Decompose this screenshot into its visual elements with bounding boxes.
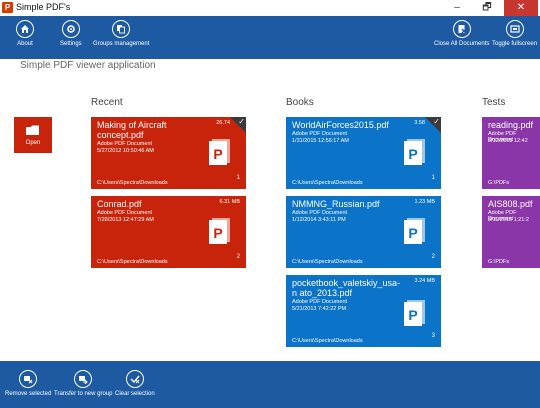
- minimize-button[interactable]: –: [444, 0, 470, 16]
- top-app-bar: About Settings Groups management Close A…: [0, 16, 540, 59]
- document-tile[interactable]: WorldAirForces2015.pdf Adobe PDF Documen…: [286, 117, 441, 189]
- svg-text:P: P: [408, 146, 417, 162]
- page-count: 1: [236, 175, 240, 181]
- page-count: 1: [431, 175, 435, 181]
- pdf-document-icon: P: [404, 218, 425, 244]
- pdf-document-icon: P: [404, 300, 425, 326]
- about-button[interactable]: About: [16, 20, 34, 47]
- document-tile[interactable]: pocketbook_valetskiy_usa-n ato_2013.pdf …: [286, 275, 441, 347]
- toggle-fullscreen-button[interactable]: Toggle fullscreen: [492, 20, 537, 47]
- document-tile[interactable]: NMMNG_Russian.pdf Adobe PDF Document 1/1…: [286, 196, 441, 268]
- document-tile[interactable]: Making of Aircraft concept.pdf Adobe PDF…: [91, 117, 246, 189]
- transfer-icon: [74, 370, 93, 388]
- document-size: 26.74: [216, 120, 230, 126]
- title-bar: P Simple PDF's – 🗗 ✕: [0, 0, 540, 17]
- document-path: C:\Users\Spectra\Downloads: [97, 180, 168, 186]
- window-title: Simple PDF's: [16, 2, 71, 12]
- group-title-tests: Tests: [482, 97, 506, 108]
- page-count: 3: [431, 333, 435, 339]
- document-tile[interactable]: AIS808.pdf Adobe PDF Document 8/11/2015 …: [482, 196, 540, 268]
- document-type: Adobe PDF Document: [292, 210, 348, 216]
- svg-text:P: P: [408, 225, 417, 241]
- document-tile[interactable]: Conrad.pdf Adobe PDF Document 7/28/2013 …: [91, 196, 246, 268]
- pdf-document-icon: P: [209, 139, 230, 165]
- checkmark-icon: ✓: [433, 117, 440, 126]
- close-all-documents-label: Close All Documents: [434, 41, 490, 47]
- document-date: 8/11/2015 1:21:2: [488, 217, 529, 223]
- page-count: 2: [431, 254, 435, 260]
- pdf-document-icon: P: [404, 139, 425, 165]
- document-name: NMMNG_Russian.pdf: [292, 199, 380, 209]
- about-label: About: [17, 41, 33, 47]
- document-path: C:\Users\Spectra\Downloads: [292, 180, 363, 186]
- group-title-recent: Recent: [91, 97, 123, 108]
- documents-group-icon: [112, 20, 131, 38]
- remove-selected-label: Remove selected: [5, 391, 52, 397]
- document-date: 1/12/2014 3:43:11 PM: [292, 217, 346, 223]
- document-name: pocketbook_valetskiy_usa-n ato_2013.pdf: [292, 278, 401, 298]
- close-window-button[interactable]: ✕: [504, 0, 538, 16]
- document-name: AIS808.pdf: [488, 199, 533, 209]
- remove-icon: [19, 370, 38, 388]
- transfer-to-new-group-button[interactable]: Transfer to new group: [54, 370, 112, 397]
- close-documents-icon: [452, 20, 471, 38]
- open-button[interactable]: Open: [14, 117, 52, 153]
- transfer-to-new-group-label: Transfer to new group: [54, 391, 113, 397]
- app-subtitle: Simple PDF viewer application: [20, 60, 156, 71]
- folder-icon: [26, 125, 39, 135]
- pdf-document-icon: P: [209, 218, 230, 244]
- document-date: 8/12/2015 12:42: [488, 138, 528, 144]
- document-path: C:\Users\Spectra\Downloads: [292, 259, 363, 265]
- document-name: WorldAirForces2015.pdf: [292, 120, 389, 130]
- document-date: 7/28/2013 12:47:29 AM: [97, 217, 154, 223]
- document-size: 1.23 MB: [414, 199, 435, 205]
- document-type: Adobe PDF Document: [97, 210, 153, 216]
- group-title-books: Books: [286, 97, 314, 108]
- document-size: 3.24 MB: [414, 278, 435, 284]
- clear-selection-label: Clear selection: [115, 391, 155, 397]
- fullscreen-icon: [505, 20, 524, 38]
- page-count: 2: [236, 254, 240, 260]
- document-tile[interactable]: reading.pdf Adobe PDF Document 8/12/2015…: [482, 117, 540, 189]
- document-name: Conrad.pdf: [97, 199, 142, 209]
- checkmark-icon: ✓: [238, 117, 245, 126]
- document-type: Adobe PDF Document: [292, 299, 348, 305]
- maximize-button[interactable]: 🗗: [474, 0, 500, 16]
- clear-selection-icon: [125, 370, 144, 388]
- remove-selected-button[interactable]: Remove selected: [5, 370, 51, 397]
- svg-text:P: P: [213, 225, 222, 241]
- groups-management-button[interactable]: Groups management: [93, 20, 149, 47]
- document-path: G:\PDFs: [488, 180, 510, 186]
- document-path: C:\Users\Spectra\Downloads: [292, 338, 363, 344]
- clear-selection-button[interactable]: Clear selection: [115, 370, 155, 397]
- svg-text:P: P: [408, 307, 417, 323]
- document-type: Adobe PDF Document: [97, 141, 153, 147]
- groups-management-label: Groups management: [93, 41, 150, 47]
- toggle-fullscreen-label: Toggle fullscreen: [492, 41, 538, 47]
- document-path: C:\Users\Spectra\Downloads: [97, 259, 168, 265]
- document-size: 3.58: [414, 120, 425, 126]
- settings-button[interactable]: Settings: [60, 20, 82, 47]
- document-size: 6.31 MB: [219, 199, 240, 205]
- settings-label: Settings: [60, 41, 82, 47]
- app-icon: P: [2, 2, 13, 13]
- document-type: Adobe PDF Document: [292, 131, 348, 137]
- open-label: Open: [25, 140, 41, 146]
- close-all-documents-button[interactable]: Close All Documents: [434, 20, 489, 47]
- document-name: Making of Aircraft concept.pdf: [97, 120, 167, 140]
- document-date: 5/21/2013 7:42:22 PM: [292, 306, 347, 312]
- document-name: reading.pdf: [488, 120, 534, 130]
- bottom-app-bar: Remove selected Transfer to new group Cl…: [0, 361, 540, 408]
- document-date: 5/27/2012 10:50:46 AM: [97, 148, 154, 154]
- home-icon: [16, 20, 34, 38]
- gear-icon: [61, 20, 80, 38]
- svg-text:P: P: [213, 146, 222, 162]
- document-date: 1/31/2015 12:56:17 AM: [292, 138, 349, 144]
- document-path: G:\PDFs: [488, 259, 510, 265]
